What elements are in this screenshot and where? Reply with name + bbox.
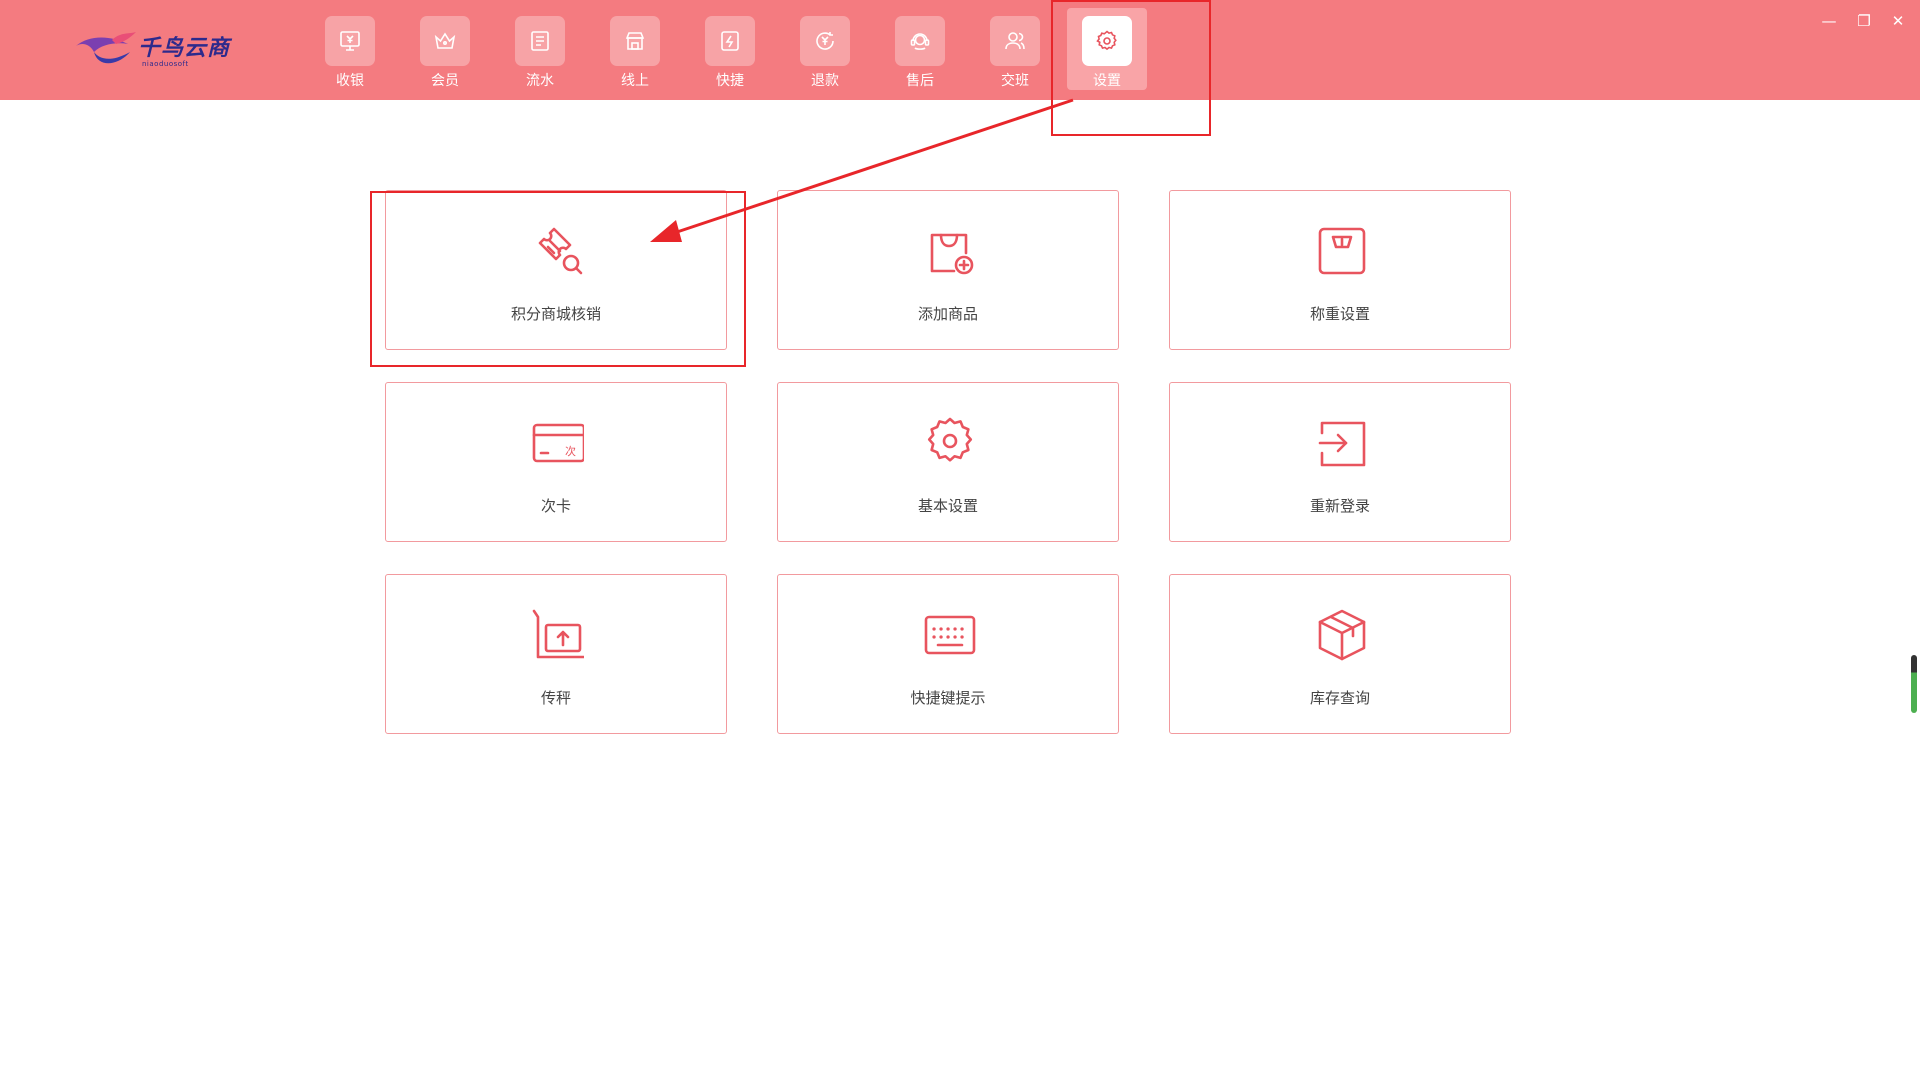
annotation-arrow [650, 98, 1074, 242]
scroll-indicator [1911, 655, 1917, 713]
